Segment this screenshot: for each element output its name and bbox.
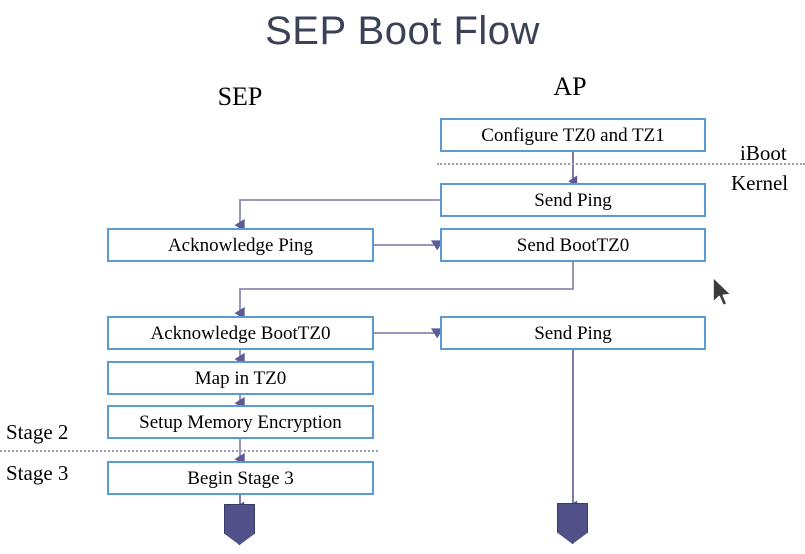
node-send-ping-1[interactable]: Send Ping (440, 183, 706, 217)
node-acknowledge-ping[interactable]: Acknowledge Ping (107, 228, 374, 262)
node-configure-tz[interactable]: Configure TZ0 and TZ1 (440, 118, 706, 152)
arrow-sendping-to-ackping (234, 199, 440, 232)
node-acknowledge-boottz0[interactable]: Acknowledge BootTZ0 (107, 316, 374, 350)
terminator-sep (224, 504, 255, 545)
terminator-ap (557, 503, 588, 544)
region-label-iboot: iBoot (740, 141, 787, 165)
node-map-in-tz0[interactable]: Map in TZ0 (107, 361, 374, 395)
column-header-sep: SEP (217, 82, 263, 111)
divider-stage2-stage3 (0, 450, 378, 452)
node-send-ping-2[interactable]: Send Ping (440, 316, 706, 350)
region-label-stage2: Stage 2 (6, 420, 69, 444)
arrow-sendboottz0-to-ackboottz0 (234, 262, 574, 320)
region-label-kernel: Kernel (731, 171, 789, 195)
region-label-stage3: Stage 3 (6, 461, 69, 485)
diagram-canvas: SEP Boot Flow SEP AP iBoot Kernel Stage … (0, 0, 805, 554)
column-header-ap: AP (553, 72, 587, 101)
page-title: SEP Boot Flow (265, 9, 540, 53)
mouse-pointer-icon (712, 276, 732, 307)
node-begin-stage-3[interactable]: Begin Stage 3 (107, 461, 374, 495)
node-send-boottz0[interactable]: Send BootTZ0 (440, 228, 706, 262)
node-setup-memory-encryption[interactable]: Setup Memory Encryption (107, 405, 374, 439)
